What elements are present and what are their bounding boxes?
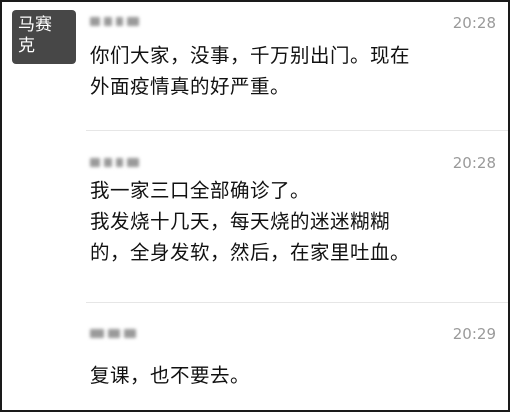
message-text: 复课，也不要去。 — [90, 364, 251, 387]
message-time: 20:28 — [452, 154, 496, 172]
message-time: 20:29 — [452, 325, 496, 343]
message-divider — [86, 302, 508, 303]
message-divider — [86, 130, 508, 131]
message-time: 20:28 — [452, 14, 496, 32]
mosaic-watermark: 马赛 克 — [12, 10, 76, 64]
sender-name-blurred — [90, 155, 139, 169]
message-text: 我一家三口全部确诊了。 我发烧十几天，每天烧的迷迷糊糊 的，全身发软，然后，在家… — [90, 179, 411, 264]
sender-name-blurred — [90, 326, 136, 340]
sender-name-blurred — [90, 14, 139, 28]
chat-screenshot: 马赛 克 20:28 你们大家，没事，千万别出门。现在 外面疫情真的好严重。 2… — [0, 0, 510, 412]
message-text: 你们大家，没事，千万别出门。现在 外面疫情真的好严重。 — [90, 44, 411, 98]
